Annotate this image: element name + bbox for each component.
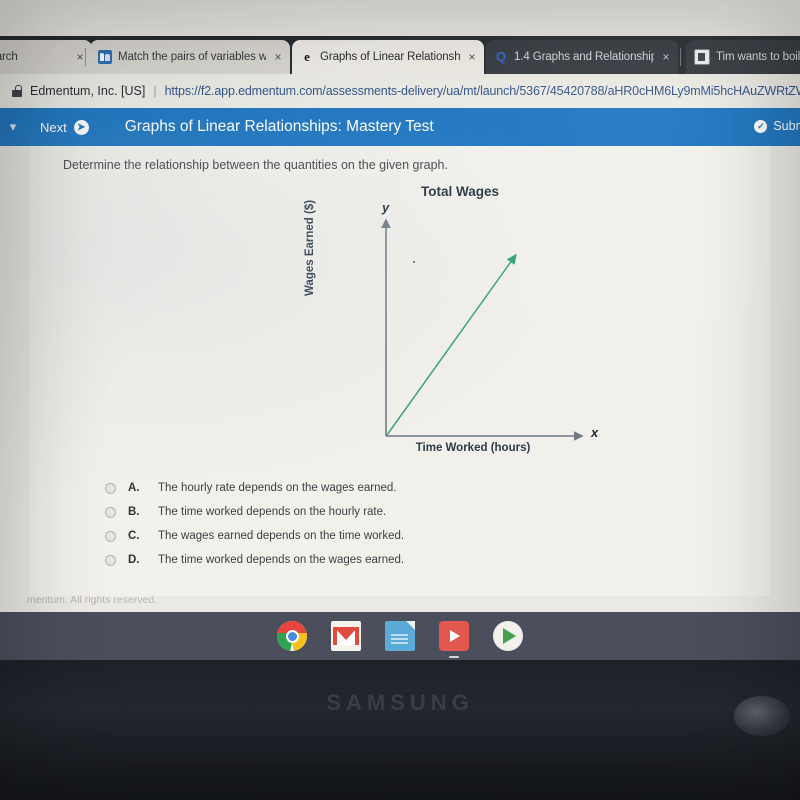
tab-favicon-edge-icon: e xyxy=(304,49,310,64)
tab-close-icon[interactable]: × xyxy=(464,50,480,64)
browser-tab-0[interactable]: le Search × xyxy=(0,40,92,74)
edmentum-toolbar: ▾ Next ➤ Graphs of Linear Relationships:… xyxy=(0,108,800,146)
question-paper: Determine the relationship between the q… xyxy=(27,146,770,606)
copyright-text: mentum. All rights reserved. xyxy=(27,594,158,606)
graph-figure: Total Wages y x Wages Earned ($) Time Wo… xyxy=(304,184,610,459)
url-text[interactable]: https://f2.app.edmentum.com/assessments-… xyxy=(165,84,800,98)
tab-favicon-people-icon xyxy=(98,50,112,64)
next-button-label: Next xyxy=(40,119,67,135)
question-prompt: Determine the relationship between the q… xyxy=(63,158,448,172)
radio-button-a[interactable] xyxy=(105,482,116,494)
address-bar[interactable]: Edmentum, Inc. [US] | https://f2.app.edm… xyxy=(0,74,800,108)
tab-separator xyxy=(85,48,86,66)
tab-separator xyxy=(680,48,681,66)
radio-button-b[interactable] xyxy=(105,506,116,518)
docs-icon[interactable] xyxy=(385,621,415,651)
submit-button[interactable]: ✓ Subm xyxy=(754,119,800,133)
page-title: Graphs of Linear Relationships: Mastery … xyxy=(124,118,434,135)
browser-tab-strip: le Search × Match the pairs of variables… xyxy=(0,36,800,74)
monitor-bezel: SAMSUNG xyxy=(0,660,800,800)
radio-button-d[interactable] xyxy=(105,554,116,566)
chrome-icon[interactable] xyxy=(277,621,307,651)
play-store-icon[interactable] xyxy=(493,621,523,651)
next-button[interactable]: Next ➤ xyxy=(40,119,89,135)
option-text: The wages earned depends on the time wor… xyxy=(158,530,405,542)
chevron-down-icon[interactable]: ▾ xyxy=(4,119,22,135)
gmail-icon[interactable] xyxy=(331,621,361,651)
data-series-line xyxy=(386,253,517,436)
radio-button-c[interactable] xyxy=(105,530,116,542)
option-text: The time worked depends on the hourly ra… xyxy=(158,506,387,518)
bezel-reflection xyxy=(734,696,790,736)
tab-title: Tim wants to boil ric xyxy=(716,51,800,63)
option-letter: A. xyxy=(128,482,140,494)
submit-button-label: Subm xyxy=(773,119,800,133)
option-letter: B. xyxy=(128,506,140,518)
monitor-photo: le Search × Match the pairs of variables… xyxy=(0,0,800,800)
lock-icon xyxy=(12,85,22,97)
chart-plot-svg xyxy=(381,218,584,441)
tab-title: Graphs of Linear Relationships: xyxy=(320,51,460,63)
answer-option-a[interactable]: A. The hourly rate depends on the wages … xyxy=(105,476,625,500)
option-letter: D. xyxy=(128,554,140,566)
tab-favicon-quizlet-icon: Q xyxy=(495,49,507,64)
check-circle-icon: ✓ xyxy=(754,119,768,133)
answer-options: A. The hourly rate depends on the wages … xyxy=(105,476,625,572)
answer-option-b[interactable]: B. The time worked depends on the hourly… xyxy=(105,500,625,524)
exam-content: Determine the relationship between the q… xyxy=(0,146,800,612)
arrow-right-circle-icon: ➤ xyxy=(73,119,89,135)
site-owner-label: Edmentum, Inc. [US] xyxy=(30,84,146,98)
running-indicator xyxy=(449,656,459,658)
browser-tab-4[interactable]: Tim wants to boil ric xyxy=(686,40,800,74)
tab-title: le Search xyxy=(0,51,18,63)
tab-title: 1.4 Graphs and Relationships N xyxy=(514,51,654,63)
chromeos-shelf xyxy=(0,612,800,660)
youtube-icon[interactable] xyxy=(439,621,469,658)
shelf-icon-row xyxy=(0,612,800,660)
tab-title: Match the pairs of variables wit xyxy=(118,51,266,63)
answer-option-c[interactable]: C. The wages earned depends on the time … xyxy=(105,524,625,548)
tab-favicon-doc-icon xyxy=(694,49,710,65)
browser-tab-1[interactable]: Match the pairs of variables wit × xyxy=(90,40,290,74)
tab-close-icon[interactable]: × xyxy=(658,50,674,64)
option-text: The hourly rate depends on the wages ear… xyxy=(158,482,397,494)
omnibox-separator: | xyxy=(153,84,157,98)
monitor-brand-label: SAMSUNG xyxy=(326,690,474,715)
option-text: The time worked depends on the wages ear… xyxy=(158,554,405,566)
answer-option-d[interactable]: D. The time worked depends on the wages … xyxy=(105,548,625,572)
browser-tab-2[interactable]: e Graphs of Linear Relationships: × xyxy=(292,40,484,74)
screen-area: le Search × Match the pairs of variables… xyxy=(0,0,800,612)
tab-close-icon[interactable]: × xyxy=(270,50,286,64)
option-letter: C. xyxy=(128,530,140,542)
browser-tab-3[interactable]: Q 1.4 Graphs and Relationships N × xyxy=(486,40,678,74)
